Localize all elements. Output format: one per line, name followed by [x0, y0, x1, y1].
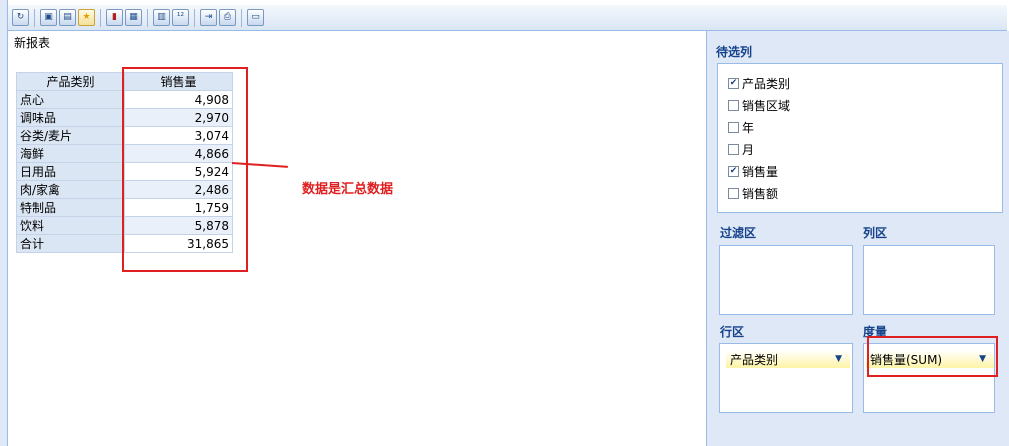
refresh-icon[interactable]: ↻	[12, 9, 29, 26]
filter-zone[interactable]	[719, 245, 853, 315]
row-category: 合计	[16, 234, 125, 253]
header-category[interactable]: 产品类别	[16, 72, 125, 91]
field-item[interactable]: 年	[728, 116, 1002, 138]
chart-icon[interactable]: ▮	[106, 9, 123, 26]
field-checkbox[interactable]	[728, 187, 739, 199]
row-zone-item-label: 产品类别	[730, 352, 779, 367]
field-label: 销售额	[742, 186, 779, 201]
dropdown-arrow-icon[interactable]: ▼	[835, 354, 842, 364]
row-category: 点心	[16, 90, 125, 109]
row-category: 肉/家禽	[16, 180, 125, 199]
left-border	[0, 0, 8, 446]
row-category: 特制品	[16, 198, 125, 217]
column-zone-title: 列区	[863, 226, 888, 240]
column-zone[interactable]	[863, 245, 995, 315]
field-checkbox[interactable]	[728, 143, 739, 155]
toolbar-separator	[194, 8, 195, 27]
field-checkbox[interactable]	[728, 121, 739, 133]
toolbar-separator	[100, 8, 101, 27]
favorite-icon[interactable]: ★	[78, 9, 95, 26]
filter-zone-title: 过滤区	[720, 226, 757, 240]
page-icon[interactable]: ▭	[247, 9, 264, 26]
row-zone[interactable]: 产品类别 ▼	[719, 343, 853, 413]
highlight-box-values	[122, 67, 248, 272]
save-as-icon[interactable]: ▤	[59, 9, 76, 26]
toolbar: ↻ ▣ ▤ ★ ▮ ▦ ▥ ¹² ⇥ ⎙ ▭	[8, 5, 1007, 31]
field-item[interactable]: ✔ 销售量	[728, 160, 1002, 182]
candidates-title: 待选列	[716, 45, 753, 59]
row-category: 海鲜	[16, 144, 125, 163]
toolbar-separator	[34, 8, 35, 27]
field-item[interactable]: 销售额	[728, 182, 1002, 204]
row-zone-item[interactable]: 产品类别 ▼	[726, 350, 850, 368]
field-item[interactable]: ✔ 产品类别	[728, 72, 1002, 94]
field-checkbox[interactable]	[728, 99, 739, 111]
row-zone-title: 行区	[720, 325, 745, 339]
field-label: 销售量	[742, 164, 779, 179]
field-label: 产品类别	[742, 76, 791, 91]
field-item[interactable]: 月	[728, 138, 1002, 160]
row-category: 调味品	[16, 108, 125, 127]
preview-icon[interactable]: ▥	[153, 9, 170, 26]
toolbar-separator	[147, 8, 148, 27]
candidate-field-list: ✔ 产品类别 销售区域年月 ✔ 销售量 销售额	[717, 63, 1003, 213]
report-title: 新报表	[14, 36, 51, 50]
row-category: 谷类/麦片	[16, 126, 125, 145]
highlight-box-measure	[867, 336, 998, 377]
row-category: 饮料	[16, 216, 125, 235]
field-label: 销售区域	[742, 98, 791, 113]
pivot-panel: 待选列 ✔ 产品类别 销售区域年月 ✔ 销售量 销售额 过滤区 列区 行区 产品类别 ▼ …	[706, 31, 1009, 446]
annotation-text: 数据是汇总数据	[302, 182, 394, 197]
toolbar-separator	[241, 8, 242, 27]
row-category: 日用品	[16, 162, 125, 181]
window-icon[interactable]: ▦	[125, 9, 142, 26]
field-label: 月	[742, 142, 755, 157]
field-item[interactable]: 销售区域	[728, 94, 1002, 116]
print-icon[interactable]: ⎙	[219, 9, 236, 26]
report-designer: ↻ ▣ ▤ ★ ▮ ▦ ▥ ¹² ⇥ ⎙ ▭ 新报表 产品类别 销售量 点心 4,908 调味品 2,97…	[0, 0, 1009, 446]
save-icon[interactable]: ▣	[40, 9, 57, 26]
format-icon[interactable]: ¹²	[172, 9, 189, 26]
field-checkbox[interactable]: ✔	[728, 165, 739, 177]
field-label: 年	[742, 120, 755, 135]
export-icon[interactable]: ⇥	[200, 9, 217, 26]
field-checkbox[interactable]: ✔	[728, 77, 739, 89]
